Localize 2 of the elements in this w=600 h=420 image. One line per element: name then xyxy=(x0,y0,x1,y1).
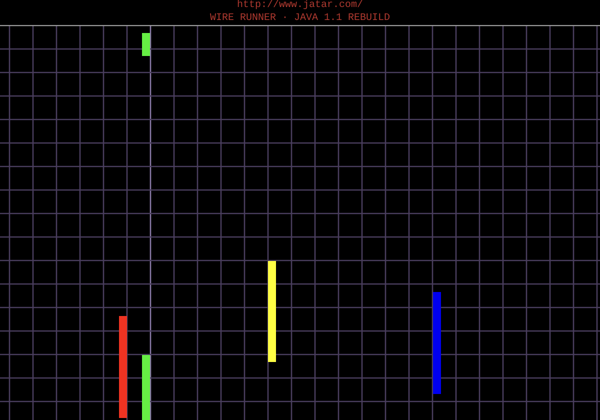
url-text: http://www.jatar.com/ xyxy=(236,0,364,12)
game-title: WIRE RUNNER · JAVA 1.1 REBUILD xyxy=(210,13,390,25)
